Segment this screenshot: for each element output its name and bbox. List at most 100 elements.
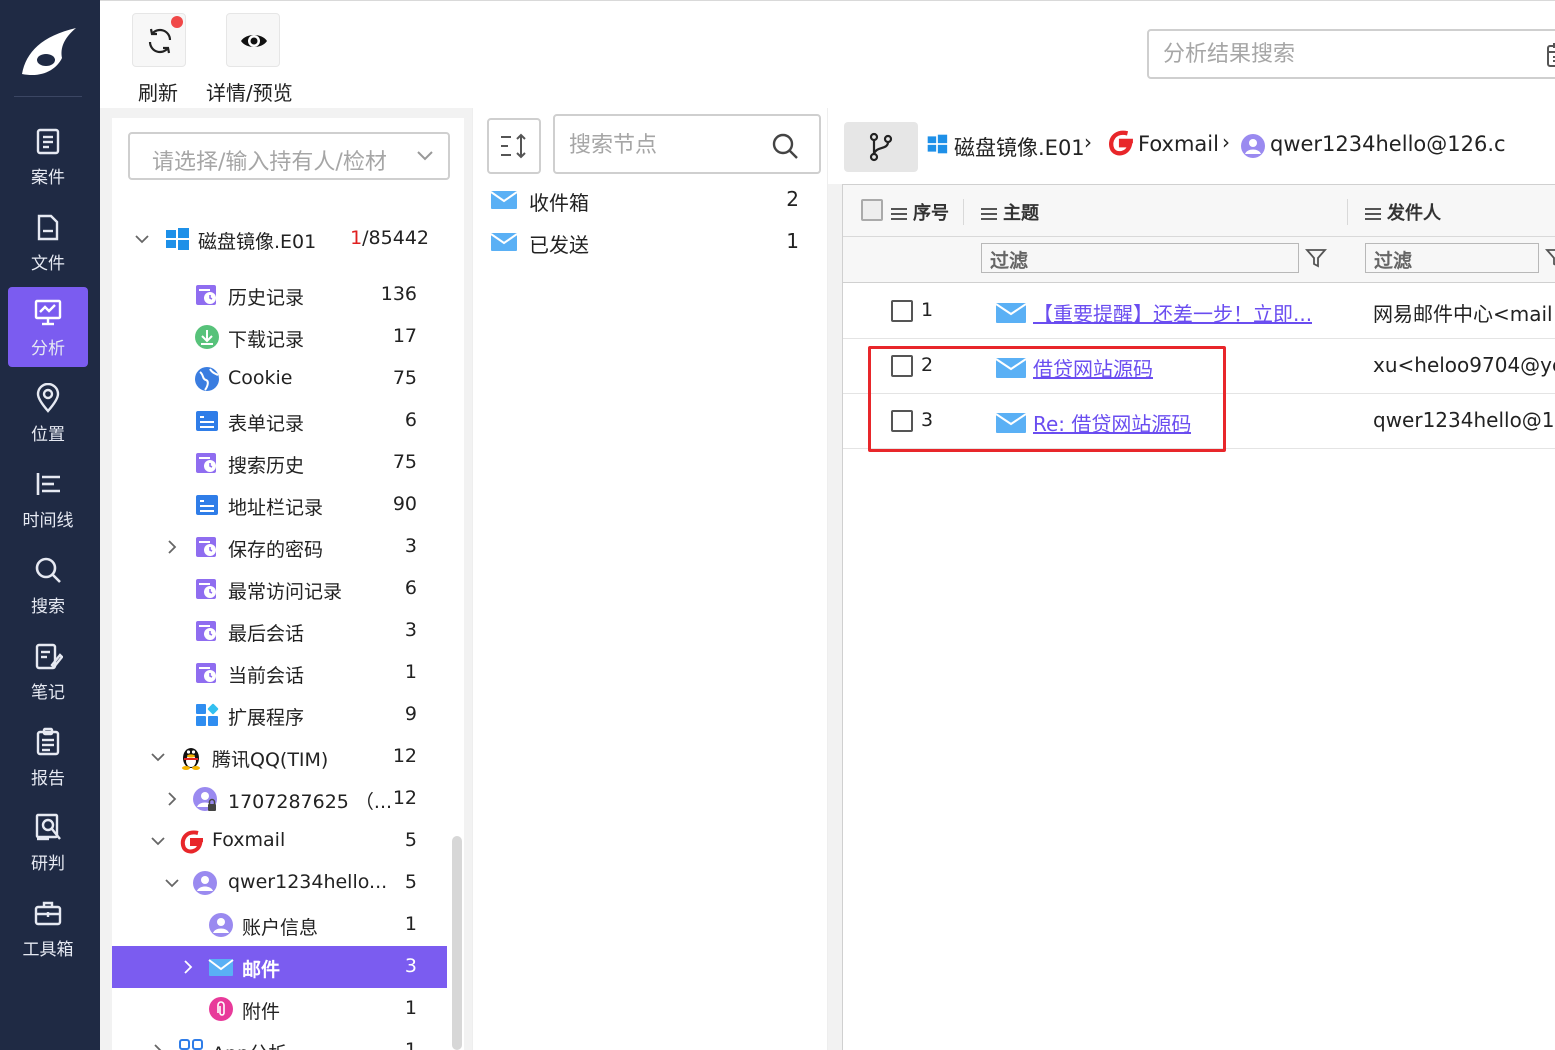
tree-item-history[interactable]: 历史记录 136 [112,274,447,316]
rail-item-case[interactable]: 案件 [8,116,88,196]
tree-item-label: 历史记录 [228,287,305,309]
breadcrumb-item[interactable]: qwer1234hello@126.c [1270,132,1506,156]
branch-icon [869,132,893,162]
rail-item-report[interactable]: 报告 [8,717,88,797]
tree-item-mail[interactable]: 邮件 3 [112,946,447,988]
column-menu-icon [891,208,907,220]
subject-filter-input[interactable]: 过滤 [981,243,1299,273]
filter-funnel-icon[interactable] [1545,247,1555,269]
tree-item-cookie[interactable]: Cookie 75 [112,358,447,400]
breadcrumb-separator-icon: › [1222,130,1230,154]
column-header-subject[interactable]: 主题 [981,199,1039,225]
form-icon [196,411,218,431]
tree-item-foxmail[interactable]: Foxmail 5 [112,820,447,862]
rail-item-location[interactable]: 位置 [8,373,88,453]
table-row[interactable]: 1 【重要提醒】还差一步！立即... 网易邮件中心<mail [843,285,1555,339]
chevron-right-icon[interactable] [164,791,180,807]
rail-label: 位置 [31,425,65,445]
tree-item-label: qwer1234hello... [228,871,388,893]
tree-item-address-bar[interactable]: 地址栏记录 90 [112,484,447,526]
node-search-box[interactable] [553,114,821,174]
filter-funnel-icon[interactable] [1305,247,1327,269]
mail-subject-link[interactable]: 【重要提醒】还差一步！立即... [1033,298,1312,327]
refresh-button[interactable] [132,13,186,67]
breadcrumb-item[interactable]: Foxmail [1138,132,1219,156]
column-header-index[interactable]: 序号 [891,199,949,225]
details-preview-label: 详情/预览 [206,81,293,105]
tree-item-count: 3 [404,955,417,977]
highlight-annotation-box [868,346,1226,452]
details-preview-button[interactable] [226,13,280,67]
chevron-down-icon[interactable] [150,833,166,849]
tree-item-app-analysis[interactable]: App分析 1 [112,1030,447,1050]
rail-item-file[interactable]: 文件 [8,202,88,282]
result-search-box[interactable] [1147,29,1555,79]
rail-item-notes[interactable]: 笔记 [8,631,88,711]
rail-item-analysis[interactable]: 分析 [8,287,88,367]
chevron-right-icon[interactable] [164,539,180,555]
breadcrumb-separator-icon: › [1084,130,1092,154]
folder-sent[interactable]: 已发送 1 [487,222,807,262]
result-search-input[interactable] [1163,39,1503,69]
tree-item-count: 9 [404,703,417,725]
windows-icon [166,228,189,250]
evidence-tree: 请选择/输入持有人/检材 磁盘镜像.E01 1/85442 历史记录 136 下… [112,118,464,1050]
history-icon [196,537,216,557]
qq-penguin-icon [182,748,200,770]
tree-item-attachments[interactable]: 附件 1 [112,988,447,1030]
tree-item-saved-passwords[interactable]: 保存的密码 3 [112,526,447,568]
rail-item-toolbox[interactable]: 工具箱 [8,888,88,968]
tree-item-extensions[interactable]: 扩展程序 9 [112,694,447,736]
toolbox-icon [34,901,62,926]
tree-item-count: 1 [404,661,417,683]
tree-item-qq-account[interactable]: 1707287625 （... 12 [112,778,447,820]
column-divider[interactable] [1347,199,1348,225]
chevron-right-icon[interactable] [150,1043,166,1050]
chevron-down-icon[interactable] [150,749,166,765]
report-icon [36,727,60,756]
chevron-right-icon[interactable] [180,959,196,975]
tree-item-account-info[interactable]: 账户信息 1 [112,904,447,946]
tree-item-disk-image[interactable]: 磁盘镜像.E01 1/85442 [112,218,447,260]
tree-item-downloads[interactable]: 下载记录 17 [112,316,447,358]
sender-filter-input[interactable]: 过滤 [1365,243,1539,273]
breadcrumb-item[interactable]: 磁盘镜像.E01 [954,132,1085,162]
rail-item-search[interactable]: 搜索 [8,545,88,625]
folder-inbox[interactable]: 收件箱 2 [487,180,807,220]
tree-item-count: 3 [404,535,417,557]
rail-item-judge[interactable]: 研判 [8,802,88,882]
cookie-globe-icon [195,367,219,391]
foxmail-icon [1109,130,1133,156]
eye-icon [241,35,267,47]
judge-icon [35,813,61,841]
chevron-down-icon[interactable] [164,875,180,891]
folder-panel: 收件箱 2 已发送 1 [472,108,828,1050]
tree-item-count: 12 [392,787,417,809]
history-icon [196,453,216,473]
tree-item-label: 地址栏记录 [228,497,324,519]
tree-item-most-visited[interactable]: 最常访问记录 6 [112,568,447,610]
tree-item-qq[interactable]: 腾讯QQ(TIM) 12 [112,736,447,778]
tree-item-count: 1 [404,913,417,935]
tree-scrollbar[interactable] [452,836,462,1050]
node-search-input[interactable] [569,130,759,160]
calendar-icon[interactable] [1545,41,1555,69]
chevron-down-icon[interactable] [134,231,150,247]
tree-item-search-history[interactable]: 搜索历史 75 [112,442,447,484]
tree-item-label: 腾讯QQ(TIM) [212,749,329,771]
tree-item-form[interactable]: 表单记录 6 [112,400,447,442]
holder-select[interactable]: 请选择/输入持有人/检材 [128,132,450,180]
rail-item-timeline[interactable]: 时间线 [8,459,88,539]
tree-item-last-session[interactable]: 最后会话 3 [112,610,447,652]
branch-button[interactable] [844,122,918,172]
tree-item-foxmail-account[interactable]: qwer1234hello... 5 [112,862,447,904]
tree-item-label: 扩展程序 [228,707,305,729]
timeline-icon [36,473,60,495]
column-header-sender[interactable]: 发件人 [1365,199,1441,225]
tree-item-current-session[interactable]: 当前会话 1 [112,652,447,694]
search-icon[interactable] [771,132,799,160]
sort-button[interactable] [487,118,541,174]
column-divider[interactable] [963,199,964,225]
row-checkbox[interactable] [891,300,913,322]
select-all-checkbox[interactable] [861,199,883,221]
